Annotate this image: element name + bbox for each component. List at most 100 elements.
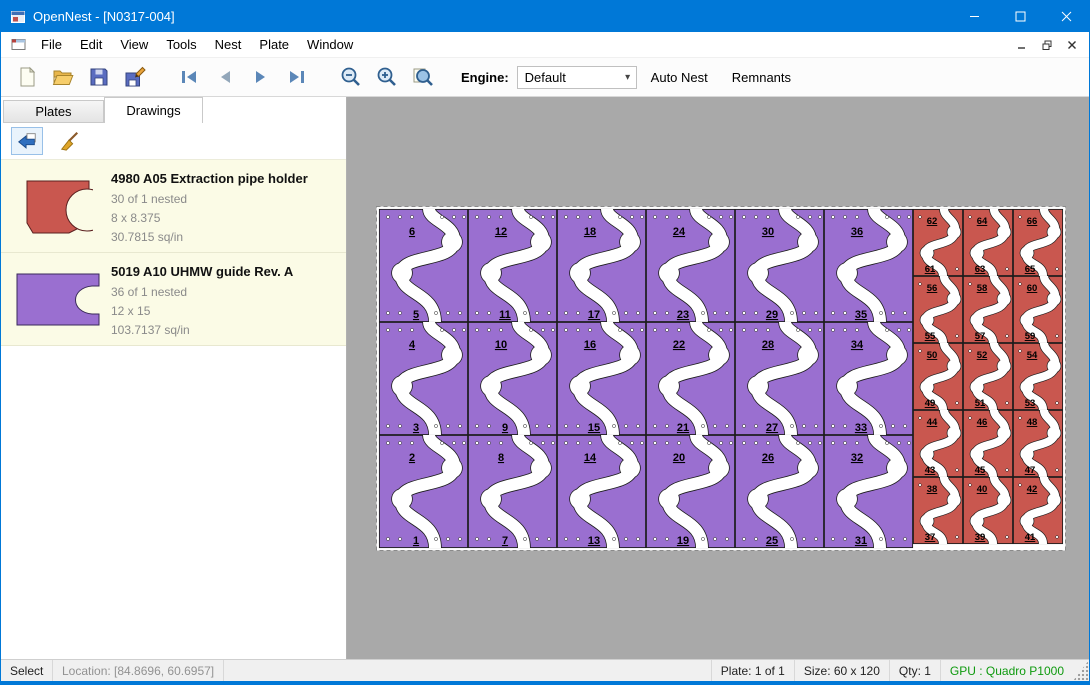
nest-plate[interactable]: 6512111817242330293635431091615222128273… (376, 206, 1066, 551)
part-number: 66 (1027, 216, 1038, 227)
nested-part-pair-red[interactable]: 4847 (1013, 410, 1062, 477)
part-number: 7 (502, 535, 508, 547)
next-arrow-icon (249, 65, 273, 89)
document-window-icon (11, 38, 26, 51)
minimize-button[interactable] (951, 1, 997, 32)
nested-part-pair-red[interactable]: 4443 (913, 410, 962, 477)
mdi-close-button[interactable] (1061, 35, 1083, 54)
nested-part-pair-red[interactable]: 5251 (963, 343, 1012, 410)
nested-part-pair-red[interactable]: 6261 (913, 209, 962, 276)
part-number: 44 (927, 417, 938, 428)
open-button[interactable] (45, 61, 81, 93)
menu-window[interactable]: Window (298, 32, 362, 57)
drawings-list: 4980 A05 Extraction pipe holder 30 of 1 … (1, 159, 346, 659)
nested-part-pair-red[interactable]: 6463 (963, 209, 1012, 276)
close-button[interactable] (1043, 1, 1089, 32)
save-as-icon (123, 65, 147, 89)
part-number: 15 (588, 422, 600, 434)
status-right-group: Plate: 1 of 1 Size: 60 x 120 Qty: 1 GPU … (711, 660, 1089, 681)
last-plate-button[interactable] (279, 61, 315, 93)
nested-part-pair-red[interactable]: 5049 (913, 343, 962, 410)
maximize-button[interactable] (997, 1, 1043, 32)
next-plate-button[interactable] (243, 61, 279, 93)
nested-part-pair-purple[interactable]: 3231 (824, 435, 912, 548)
nested-part-pair-purple[interactable]: 43 (379, 322, 467, 435)
nested-part-pair-red[interactable]: 4645 (963, 410, 1012, 477)
left-panel: Plates Drawings (1, 97, 347, 659)
engine-selected-value: Default (525, 70, 620, 85)
tab-drawings[interactable]: Drawings (104, 97, 203, 123)
save-as-button[interactable] (117, 61, 153, 93)
status-mode: Select (1, 660, 53, 681)
open-folder-icon (51, 65, 75, 89)
previous-plate-button[interactable] (207, 61, 243, 93)
nested-part-pair-purple[interactable]: 2423 (646, 209, 734, 322)
part-number: 11 (499, 309, 511, 321)
nested-part-pair-purple[interactable]: 3433 (824, 322, 912, 435)
engine-select[interactable]: Default ▾ (517, 66, 637, 89)
part-number: 23 (677, 309, 689, 321)
part-number: 42 (1027, 484, 1038, 495)
nested-part-pair-purple[interactable]: 2019 (646, 435, 734, 548)
menu-file[interactable]: File (32, 32, 71, 57)
status-size: Size: 60 x 120 (794, 660, 889, 681)
nested-part-pair-red[interactable]: 5655 (913, 276, 962, 343)
nested-part-pair-purple[interactable]: 1615 (557, 322, 645, 435)
part-number: 54 (1027, 350, 1038, 361)
part-number: 37 (925, 532, 936, 543)
nested-part-pair-purple[interactable]: 2221 (646, 322, 734, 435)
nested-part-pair-purple[interactable]: 65 (379, 209, 467, 322)
menu-plate[interactable]: Plate (250, 32, 298, 57)
first-plate-button[interactable] (171, 61, 207, 93)
menu-edit[interactable]: Edit (71, 32, 111, 57)
menu-view[interactable]: View (111, 32, 157, 57)
part-number: 14 (584, 452, 597, 464)
mdi-minimize-button[interactable] (1011, 35, 1033, 54)
nested-part-pair-purple[interactable]: 3029 (735, 209, 823, 322)
tab-plates[interactable]: Plates (3, 100, 104, 123)
zoom-out-button[interactable] (333, 61, 369, 93)
assign-drawing-button[interactable] (11, 127, 43, 155)
zoom-fit-button[interactable] (405, 61, 441, 93)
part-nested-count: 30 of 1 nested (111, 190, 308, 209)
nested-part-pair-red[interactable]: 5857 (963, 276, 1012, 343)
nested-part-pair-purple[interactable]: 1413 (557, 435, 645, 548)
resize-grip[interactable] (1073, 660, 1089, 681)
part-number: 30 (762, 226, 774, 238)
nested-part-pair-red[interactable]: 4039 (963, 477, 1012, 544)
nested-part-pair-red[interactable]: 6665 (1013, 209, 1062, 276)
nested-part-pair-red[interactable]: 5453 (1013, 343, 1062, 410)
save-button[interactable] (81, 61, 117, 93)
first-arrow-icon (177, 65, 201, 89)
nested-part-pair-purple[interactable]: 2625 (735, 435, 823, 548)
menu-nest[interactable]: Nest (206, 32, 251, 57)
part-number: 62 (927, 216, 938, 227)
nested-part-pair-purple[interactable]: 87 (468, 435, 556, 548)
menu-tools[interactable]: Tools (157, 32, 205, 57)
mdi-restore-button[interactable] (1036, 35, 1058, 54)
part-number: 20 (673, 452, 685, 464)
nested-part-pair-purple[interactable]: 1211 (468, 209, 556, 322)
list-item[interactable]: 5019 A10 UHMW guide Rev. A 36 of 1 neste… (1, 253, 346, 346)
nested-part-pair-red[interactable]: 3837 (913, 477, 962, 544)
nest-canvas[interactable]: 6512111817242330293635431091615222128273… (347, 97, 1089, 659)
nested-part-pair-purple[interactable]: 21 (379, 435, 467, 548)
part-number: 21 (677, 422, 689, 434)
list-item[interactable]: 4980 A05 Extraction pipe holder 30 of 1 … (1, 160, 346, 253)
part-number: 8 (498, 452, 504, 464)
remnants-button[interactable]: Remnants (722, 64, 801, 91)
nested-part-pair-red[interactable]: 6059 (1013, 276, 1062, 343)
status-bar: Select Location: [84.8696, 60.6957] Plat… (1, 659, 1089, 681)
nested-part-pair-purple[interactable]: 3635 (824, 209, 912, 322)
mdi-window-controls (1011, 35, 1089, 54)
clear-drawings-button[interactable] (53, 127, 85, 155)
part-number: 39 (975, 532, 986, 543)
auto-nest-button[interactable]: Auto Nest (641, 64, 718, 91)
new-button[interactable] (9, 61, 45, 93)
part-number: 6 (409, 226, 415, 238)
nested-part-pair-purple[interactable]: 2827 (735, 322, 823, 435)
nested-part-pair-purple[interactable]: 1817 (557, 209, 645, 322)
nested-part-pair-red[interactable]: 4241 (1013, 477, 1062, 544)
nested-part-pair-purple[interactable]: 109 (468, 322, 556, 435)
zoom-in-button[interactable] (369, 61, 405, 93)
